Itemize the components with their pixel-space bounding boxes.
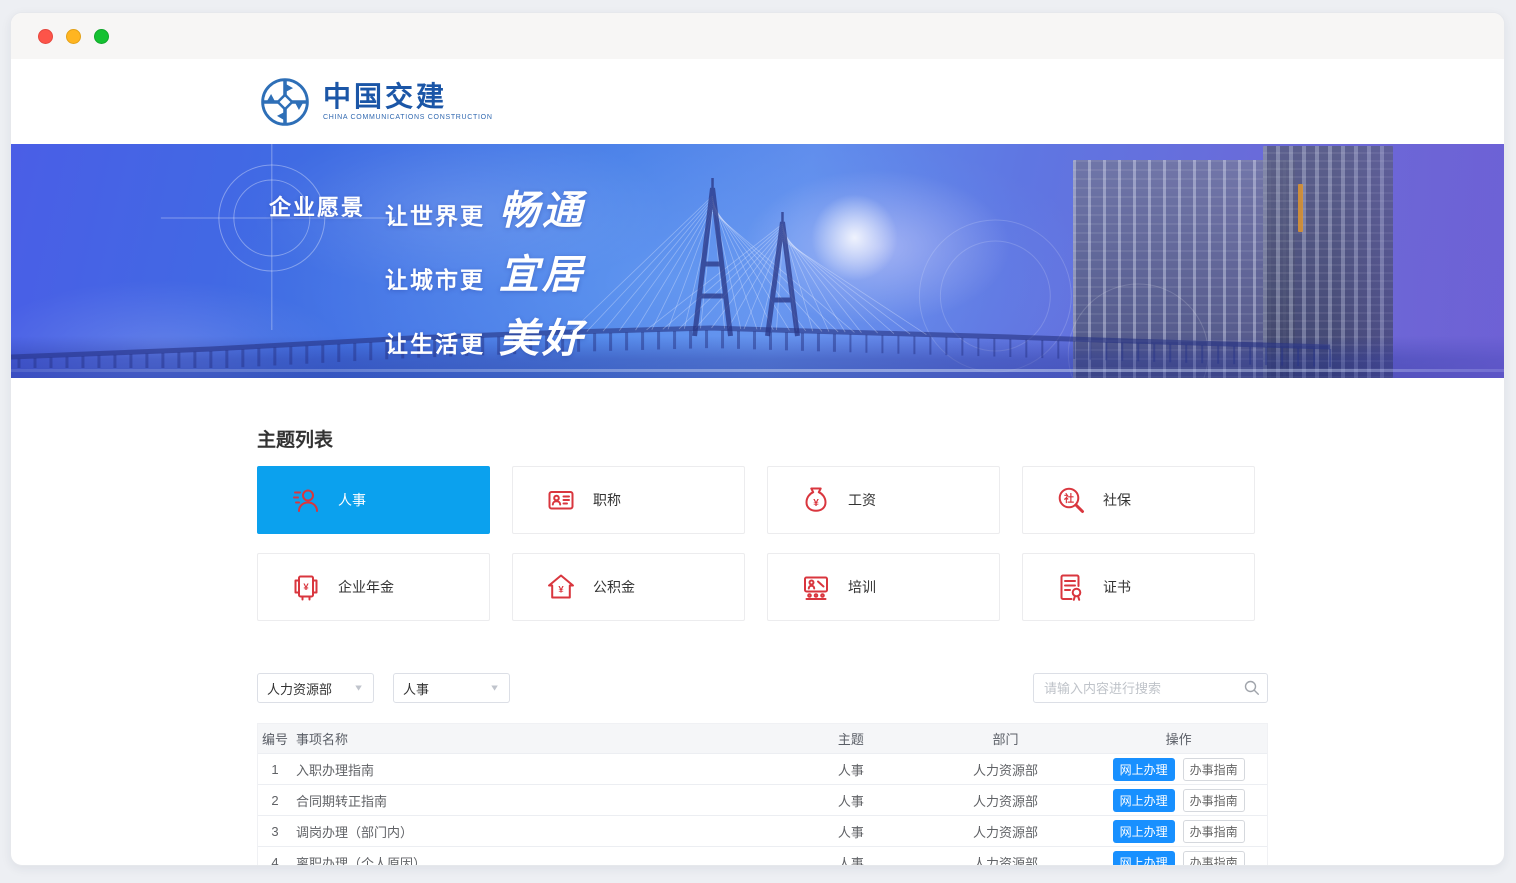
items-table: 编号 事项名称 主题 部门 操作 1 入职办理指南 人事 人力资源部 网上办理 …	[257, 723, 1268, 866]
house-yuan-icon: ¥	[546, 572, 576, 602]
filter-row: 人力资源部 ▼ 人事 ▼	[257, 673, 1268, 703]
chevron-down-icon: ▼	[489, 683, 500, 693]
topic-card-renshi[interactable]: 人事	[257, 466, 490, 534]
topic-card-peixun[interactable]: 培训	[767, 553, 1000, 621]
guide-button[interactable]: 办事指南	[1183, 851, 1245, 867]
company-logo: 中国交建 CHINA COMMUNICATIONS CONSTRUCTION	[258, 75, 493, 129]
vision-label: 企业愿景	[269, 190, 365, 364]
minimize-button[interactable]	[66, 29, 81, 44]
topic-card-shebao[interactable]: 社 社保	[1022, 466, 1255, 534]
id-card-icon	[546, 485, 576, 515]
slogan-line: 让生活更 美好	[385, 306, 585, 364]
svg-text:¥: ¥	[558, 585, 564, 596]
svg-text:¥: ¥	[813, 498, 819, 509]
topic-cards: 人事 职称 ¥ 工资	[257, 466, 1504, 621]
money-bag-icon: ¥	[801, 485, 831, 515]
item-name: 入职办理指南	[292, 760, 781, 779]
close-button[interactable]	[38, 29, 53, 44]
department-select[interactable]: 人力资源部 ▼	[257, 673, 374, 703]
brand-subtitle: CHINA COMMUNICATIONS CONSTRUCTION	[323, 114, 493, 121]
water	[11, 336, 1504, 378]
brand-header: 中国交建 CHINA COMMUNICATIONS CONSTRUCTION	[11, 59, 1504, 144]
social-magnifier-icon: 社	[1056, 485, 1086, 515]
table-row: 2 合同期转正指南 人事 人力资源部 网上办理 办事指南	[258, 785, 1267, 816]
table-row: 3 调岗办理（部门内） 人事 人力资源部 网上办理 办事指南	[258, 816, 1267, 847]
table-header: 编号 事项名称 主题 部门 操作	[258, 724, 1267, 754]
item-name: 离职办理（个人原因）	[292, 853, 781, 867]
table-row: 1 入职办理指南 人事 人力资源部 网上办理 办事指南	[258, 754, 1267, 785]
hero-banner: 企业愿景 让世界更 畅通 让城市更 宜居 让生活更 美好	[11, 144, 1504, 378]
page-title: 主题列表	[257, 425, 1504, 452]
cccc-emblem-icon	[258, 75, 312, 129]
topic-card-qiyenianjin[interactable]: ¥ 企业年金	[257, 553, 490, 621]
svg-text:社: 社	[1063, 492, 1074, 505]
online-handle-button[interactable]: 网上办理	[1113, 820, 1175, 843]
item-name: 调岗办理（部门内）	[292, 822, 781, 841]
topic-card-gongjijin[interactable]: ¥ 公积金	[512, 553, 745, 621]
slogan-line: 让世界更 畅通	[385, 178, 585, 236]
chevron-down-icon: ▼	[353, 683, 364, 693]
training-board-icon	[801, 572, 831, 602]
topic-select[interactable]: 人事 ▼	[393, 673, 510, 703]
topic-card-zhicheng[interactable]: 职称	[512, 466, 745, 534]
guide-button[interactable]: 办事指南	[1183, 758, 1245, 781]
online-handle-button[interactable]: 网上办理	[1113, 758, 1175, 781]
maximize-button[interactable]	[94, 29, 109, 44]
brand-name: 中国交建	[323, 82, 493, 112]
safe-box-icon: ¥	[291, 572, 321, 602]
certificate-icon	[1056, 572, 1086, 602]
vision-block: 企业愿景 让世界更 畅通 让城市更 宜居 让生活更 美好	[269, 178, 585, 364]
svg-text:¥: ¥	[303, 582, 309, 593]
app-window: 中国交建 CHINA COMMUNICATIONS CONSTRUCTION	[10, 12, 1505, 866]
topic-card-gongzi[interactable]: ¥ 工资	[767, 466, 1000, 534]
guide-button[interactable]: 办事指南	[1183, 789, 1245, 812]
topic-card-zhengshu[interactable]: 证书	[1022, 553, 1255, 621]
online-handle-button[interactable]: 网上办理	[1113, 789, 1175, 812]
search-input[interactable]	[1033, 673, 1268, 703]
search-icon[interactable]	[1244, 680, 1260, 696]
search-box	[1033, 673, 1268, 703]
window-titlebar	[11, 13, 1504, 59]
online-handle-button[interactable]: 网上办理	[1113, 851, 1175, 867]
guide-button[interactable]: 办事指南	[1183, 820, 1245, 843]
slogan-line: 让城市更 宜居	[385, 242, 585, 300]
table-row: 4 离职办理（个人原因） 人事 人力资源部 网上办理 办事指南	[258, 847, 1267, 866]
person-lines-icon	[291, 485, 321, 515]
item-name: 合同期转正指南	[292, 791, 781, 810]
